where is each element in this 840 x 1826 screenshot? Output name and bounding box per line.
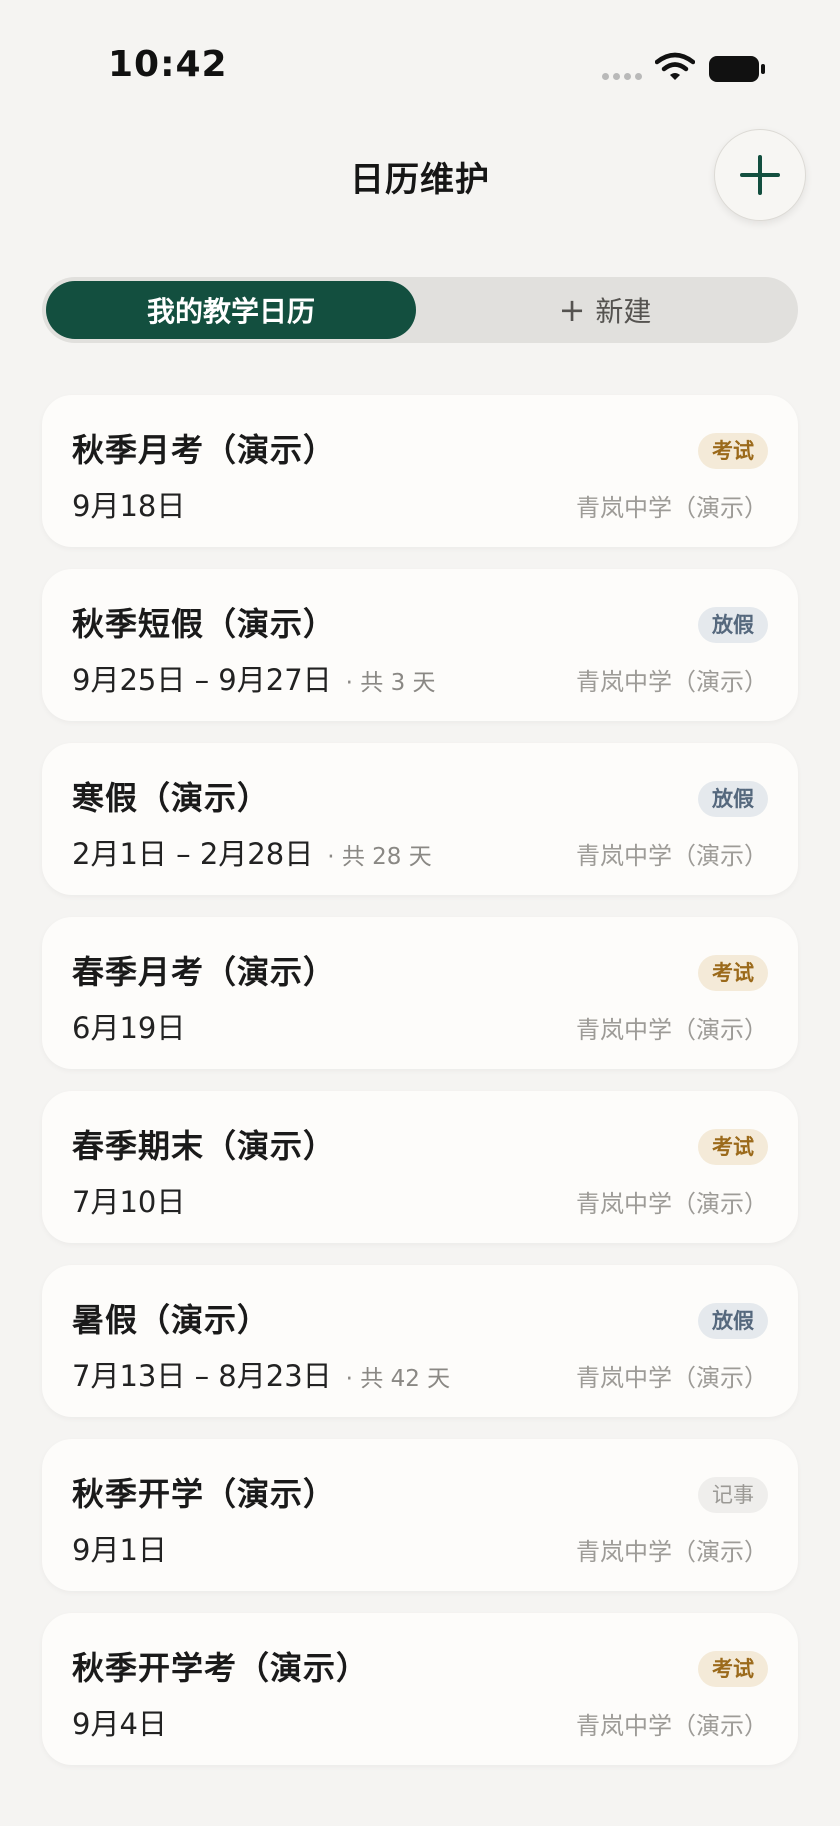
plus-icon: +: [558, 291, 586, 329]
cellular-signal-icon: [602, 73, 642, 80]
event-date: 9月18日: [72, 489, 186, 523]
event-type-badge: 放假: [698, 1303, 768, 1339]
event-type-badge: 放假: [698, 781, 768, 817]
event-title: 秋季月考（演示）: [72, 431, 337, 469]
calendar-segment-control: 我的教学日历 + 新建: [42, 277, 798, 343]
event-card[interactable]: 春季期末（演示） 7月10日 考试 青岚中学（演示）: [42, 1091, 798, 1243]
event-date: 9月4日: [72, 1707, 167, 1741]
status-bar: 10:42: [0, 0, 840, 140]
event-title: 暑假（演示）: [72, 1301, 271, 1339]
event-title: 秋季开学（演示）: [72, 1475, 337, 1513]
tab-my-teaching-calendar[interactable]: 我的教学日历: [46, 281, 416, 339]
event-school: 青岚中学（演示）: [576, 494, 768, 522]
event-type-badge: 记事: [698, 1477, 768, 1513]
event-type-badge: 考试: [698, 1129, 768, 1165]
event-type-badge: 考试: [698, 1651, 768, 1687]
status-time: 10:42: [108, 44, 228, 85]
event-type-badge: 放假: [698, 607, 768, 643]
event-card[interactable]: 秋季开学（演示） 9月1日 记事 青岚中学（演示）: [42, 1439, 798, 1591]
tab-new[interactable]: + 新建: [416, 281, 794, 339]
event-type-badge: 考试: [698, 955, 768, 991]
event-date: 6月19日: [72, 1011, 186, 1045]
event-date: 9月1日: [72, 1533, 167, 1567]
event-card[interactable]: 暑假（演示） 7月13日 – 8月23日 · 共 42 天 放假 青岚中学（演示）: [42, 1265, 798, 1417]
event-title: 寒假（演示）: [72, 779, 271, 817]
event-date: 7月13日 – 8月23日 · 共 42 天: [72, 1359, 451, 1393]
battery-icon: [709, 56, 765, 82]
event-school: 青岚中学（演示）: [576, 1712, 768, 1740]
event-date: 7月10日: [72, 1185, 186, 1219]
event-card[interactable]: 春季月考（演示） 6月19日 考试 青岚中学（演示）: [42, 917, 798, 1069]
event-date: 2月1日 – 2月28日 · 共 28 天: [72, 837, 432, 871]
event-school: 青岚中学（演示）: [576, 1190, 768, 1218]
add-event-button[interactable]: [714, 129, 806, 221]
event-title: 秋季开学考（演示）: [72, 1649, 370, 1687]
event-school: 青岚中学（演示）: [576, 1364, 768, 1392]
event-school: 青岚中学（演示）: [576, 1016, 768, 1044]
event-card[interactable]: 秋季开学考（演示） 9月4日 考试 青岚中学（演示）: [42, 1613, 798, 1765]
event-duration: · 共 3 天: [345, 670, 436, 696]
event-school: 青岚中学（演示）: [576, 668, 768, 696]
event-title: 春季月考（演示）: [72, 953, 337, 991]
event-card[interactable]: 秋季短假（演示） 9月25日 – 9月27日 · 共 3 天 放假 青岚中学（演示…: [42, 569, 798, 721]
screen: 10:42 日历维护 我的教学日历 + 新建 秋季月考（演示） 9月18日 考试…: [0, 0, 840, 1826]
event-type-badge: 考试: [698, 433, 768, 469]
event-card[interactable]: 寒假（演示） 2月1日 – 2月28日 · 共 28 天 放假 青岚中学（演示）: [42, 743, 798, 895]
event-school: 青岚中学（演示）: [576, 842, 768, 870]
event-card[interactable]: 秋季月考（演示） 9月18日 考试 青岚中学（演示）: [42, 395, 798, 547]
tab-label: 我的教学日历: [146, 295, 315, 328]
tab-label: 新建: [595, 295, 652, 328]
event-title: 秋季短假（演示）: [72, 605, 337, 643]
event-duration: · 共 42 天: [345, 1366, 451, 1392]
wifi-icon: [655, 52, 695, 80]
event-date: 9月25日 – 9月27日 · 共 3 天: [72, 663, 436, 697]
event-school: 青岚中学（演示）: [576, 1538, 768, 1566]
event-duration: · 共 28 天: [327, 844, 432, 870]
event-title: 春季期末（演示）: [72, 1127, 337, 1165]
plus-icon: [740, 155, 780, 195]
event-list: 秋季月考（演示） 9月18日 考试 青岚中学（演示） 秋季短假（演示） 9月25…: [42, 395, 798, 1787]
